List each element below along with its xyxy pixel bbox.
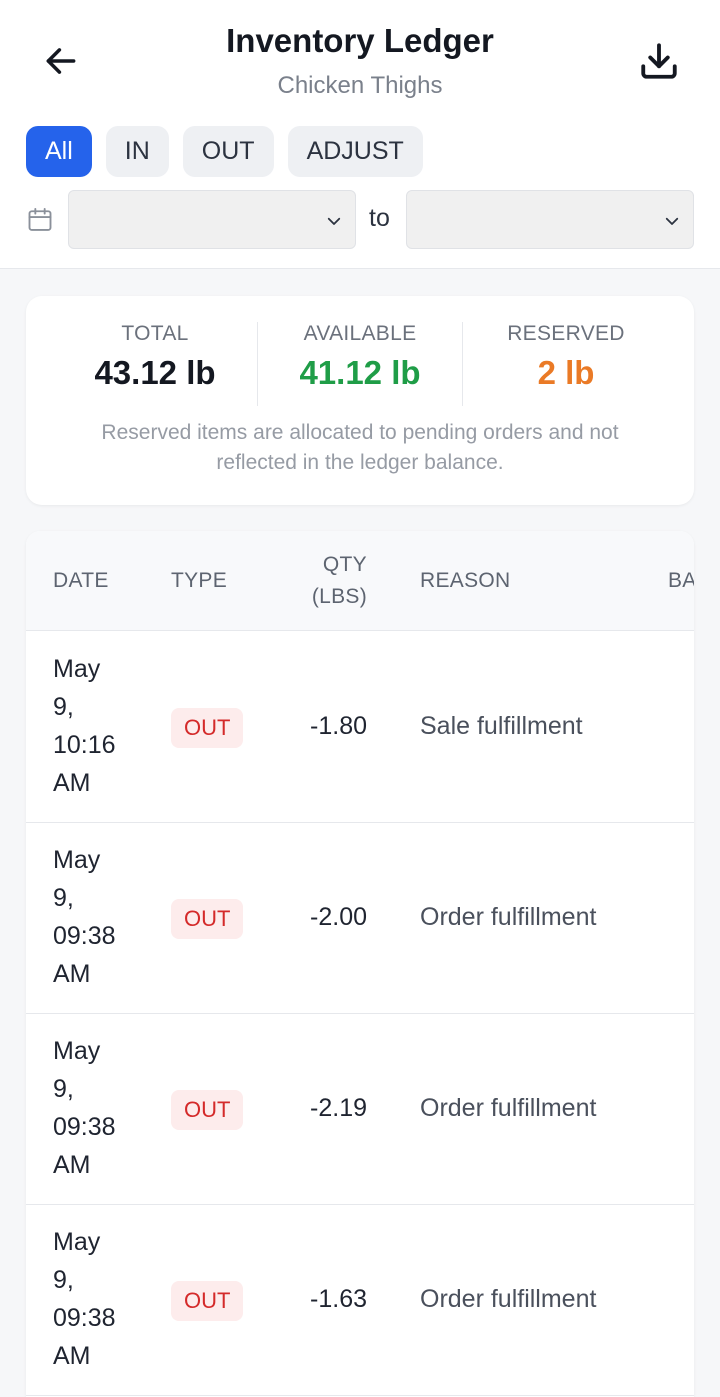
date-range: to xyxy=(26,190,694,249)
column-qty[interactable]: QTY xyxy=(256,553,367,577)
table-row[interactable]: May 9, 09:38 AM OUT -2.19 Order fulfillment xyxy=(26,1014,694,1205)
type-badge: OUT xyxy=(171,899,244,939)
column-type[interactable]: TYPE xyxy=(171,569,227,593)
type-badge: OUT xyxy=(171,1281,244,1321)
page-subtitle: Chicken Thighs xyxy=(277,72,443,99)
app-header: Inventory Ledger Chicken Thighs All IN O… xyxy=(0,0,720,269)
ledger-table: DATE TYPE QTY (LBS) REASON BA May 9, 10:16… xyxy=(26,531,694,1397)
reserved-value: 2 lb xyxy=(537,354,595,391)
row-qty: -2.19 xyxy=(310,1094,367,1122)
total-label: TOTAL xyxy=(121,322,189,345)
row-date: May 9, 09:38 AM xyxy=(53,1228,116,1370)
available-label: AVAILABLE xyxy=(303,322,417,345)
row-qty: -2.00 xyxy=(310,903,367,931)
column-balance[interactable]: BA xyxy=(668,569,694,593)
filter-adjust[interactable]: ADJUST xyxy=(287,126,423,177)
available-value: 41.12 lb xyxy=(299,354,421,391)
download-button[interactable] xyxy=(632,36,686,86)
type-badge: OUT xyxy=(171,708,244,748)
table-header: DATE TYPE QTY (LBS) REASON BA xyxy=(26,531,694,631)
chevron-down-icon xyxy=(665,217,679,225)
type-badge: OUT xyxy=(171,1090,244,1130)
chevron-down-icon xyxy=(327,217,341,225)
table-row[interactable]: May 9, 09:38 AM OUT -2.00 Order fulfillment xyxy=(26,823,694,1014)
row-date: May 9, 09:38 AM xyxy=(53,846,116,988)
page-title: Inventory Ledger xyxy=(226,22,494,59)
row-date: May 9, 10:16 AM xyxy=(53,655,116,797)
total-value: 43.12 lb xyxy=(94,354,216,391)
table-row[interactable]: May 9, 10:16 AM OUT -1.80 Sale fulfillment xyxy=(26,632,694,823)
row-qty: -1.80 xyxy=(310,712,367,740)
type-filter-group: All IN OUT ADJUST xyxy=(26,126,423,177)
row-reason: Order fulfillment xyxy=(420,903,597,931)
row-reason: Order fulfillment xyxy=(420,1094,597,1122)
arrow-left-icon xyxy=(46,48,76,74)
available-stat: AVAILABLE 41.12 lb xyxy=(257,322,463,392)
row-qty: -1.63 xyxy=(310,1285,367,1313)
column-reason[interactable]: REASON xyxy=(420,569,511,593)
back-button[interactable] xyxy=(36,36,86,86)
reserved-label: RESERVED xyxy=(507,322,625,345)
row-reason: Sale fulfillment xyxy=(420,712,583,740)
date-to-select[interactable] xyxy=(406,190,694,249)
row-reason: Order fulfillment xyxy=(420,1285,597,1313)
date-range-separator: to xyxy=(369,204,390,232)
column-qty-unit: (LBS) xyxy=(311,585,367,608)
reserved-note: Reserved items are allocated to pending … xyxy=(101,421,619,474)
filter-out[interactable]: OUT xyxy=(182,126,274,177)
summary-card: TOTAL 43.12 lb AVAILABLE 41.12 lb RESERV… xyxy=(26,296,694,505)
table-row[interactable]: May 9, 09:38 AM OUT -1.63 Order fulfillment xyxy=(26,1205,694,1396)
filter-in[interactable]: IN xyxy=(105,126,169,177)
column-date[interactable]: DATE xyxy=(53,569,109,593)
download-icon xyxy=(641,43,677,79)
total-stat: TOTAL 43.12 lb xyxy=(26,322,284,392)
date-from-select[interactable] xyxy=(68,190,356,249)
calendar-icon xyxy=(28,207,52,231)
row-date: May 9, 09:38 AM xyxy=(53,1037,116,1179)
reserved-stat: RESERVED 2 lb xyxy=(463,322,669,392)
filter-all[interactable]: All xyxy=(26,126,92,177)
